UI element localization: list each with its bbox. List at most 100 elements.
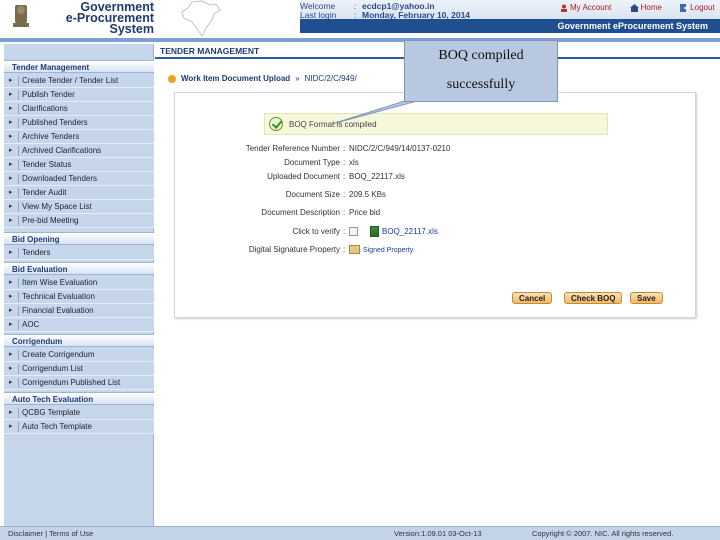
sidebar-item-pre-bid-meeting[interactable]: ▸ Pre-bid Meeting [4,214,154,228]
sidebar-item-downloaded-tenders[interactable]: ▸ Downloaded Tenders [4,172,154,186]
detail-label: Document Size [285,190,340,199]
detail-label: Uploaded Document [267,172,340,181]
sidebar-item-label: Clarifications [22,104,68,113]
page-title: TENDER MANAGEMENT [160,46,260,56]
signed-property-link[interactable]: Signed Property [363,247,413,254]
sidebar-section-bid-evaluation: Bid Evaluation [4,262,154,275]
verify-checkbox[interactable] [349,227,358,237]
disclaimer-link[interactable]: Disclaimer [8,529,43,538]
arrow-right-icon: ▸ [9,379,13,386]
arrow-right-icon: ▸ [9,217,13,224]
detail-value: 209.5 KBs [349,190,386,199]
version-text: Version:1.09.01 03-Oct-13 [394,529,482,538]
cancel-button[interactable]: Cancel [512,292,553,304]
sidebar-section-tender-management: Tender Management [4,60,154,73]
detail-label: Document Description [261,208,340,217]
callout-line-2: successfully [446,77,516,92]
detail-value: BOQ_22117.xls [349,172,405,181]
sidebar-item-archive-tenders[interactable]: ▸ Archive Tenders [4,130,154,144]
sidebar-item-label: Financial Evaluation [22,306,94,315]
sidebar-item-create-tender[interactable]: ▸ Create Tender / Tender List [4,74,154,88]
arrow-right-icon: ▸ [9,249,13,256]
excel-file-icon [370,226,379,238]
arrow-right-icon: ▸ [9,203,13,210]
detail-row-click-to-verify: Click to verify: BOQ_22117.xls [292,226,438,238]
sidebar-item-label: Pre-bid Meeting [22,216,79,225]
india-map-icon [181,0,221,37]
detail-label: Tender Reference Number [245,144,340,153]
orange-bullet-icon [168,74,176,83]
sidebar-item-tender-status[interactable]: ▸ Tender Status [4,158,154,172]
detail-row-tender-ref: Tender Reference Number: NIDC/2/C/949/14/… [245,144,451,153]
my-account-link[interactable]: My Account [560,3,619,12]
arrow-right-icon: ▸ [9,119,13,126]
sidebar-section-bid-opening: Bid Opening [4,232,154,245]
header-divider [0,38,720,42]
logout-label: Logout [690,3,715,12]
sidebar-item-view-my-space-list[interactable]: ▸ View My Space List [4,200,154,214]
logout-link[interactable]: Logout [680,3,720,12]
sidebar: Tender Management ▸ Create Tender / Tende… [4,44,154,526]
site-logo[interactable]: Government e-Procurement System [44,1,154,36]
sidebar-item-label: Tenders [22,248,51,257]
sidebar-item-label: Create Corrigendum [22,350,95,359]
arrow-right-icon: ▸ [9,77,13,84]
sidebar-item-label: Archive Tenders [22,132,80,141]
arrow-right-icon: ▸ [9,91,13,98]
sidebar-item-label: Publish Tender [22,90,75,99]
national-emblem-icon [13,5,29,27]
arrow-right-icon: ▸ [9,105,13,112]
arrow-right-icon: ▸ [9,321,13,328]
sidebar-item-item-wise-evaluation[interactable]: ▸ Item Wise Evaluation [4,276,154,290]
sidebar-item-label: Archived Clarifications [22,146,102,155]
sidebar-item-create-corrigendum[interactable]: ▸ Create Corrigendum [4,348,154,362]
detail-value: NIDC/2/C/949/14/0137-0210 [349,144,451,153]
sidebar-item-label: Corrigendum Published List [22,378,121,387]
detail-value: Price bid [349,208,381,217]
sidebar-item-label: Downloaded Tenders [22,174,98,183]
annotation-callout: BOQ compiled successfully [404,40,558,102]
arrow-right-icon: ▸ [9,161,13,168]
detail-row-document-type: Document Type: xls [284,158,359,167]
sidebar-item-qcbg-template[interactable]: ▸ QCBG Template [4,406,154,420]
detail-value: xls [349,158,359,167]
terms-of-use-link[interactable]: Terms of Use [49,529,93,538]
arrow-right-icon: ▸ [9,293,13,300]
detail-label: Digital Signature Property [248,245,340,254]
signature-certificate-icon [349,245,360,255]
home-icon [629,3,639,12]
detail-row-digital-signature: Digital Signature Property: Signed Proper… [248,245,414,255]
home-link[interactable]: Home [629,3,670,12]
check-boq-button[interactable]: Check BOQ [564,292,623,304]
my-account-label: My Account [570,3,612,12]
header: Government e-Procurement System Welcome:… [0,0,720,38]
sidebar-item-label: QCBG Template [22,408,81,417]
sidebar-item-label: Tender Audit [22,188,67,197]
detail-row-document-description: Document Description: Price bid [261,208,381,217]
verify-file-link[interactable]: BOQ_22117.xls [382,227,438,236]
sidebar-section-corrigendum: Corrigendum [4,334,154,347]
logo-line-3: System [109,22,154,36]
sidebar-item-corrigendum-published-list[interactable]: ▸ Corrigendum Published List [4,376,154,390]
check-icon [269,117,283,131]
sidebar-item-published-tenders[interactable]: ▸ Published Tenders [4,116,154,130]
sidebar-item-label: AOC [22,320,40,329]
success-message: BOQ Format is compiled [264,113,608,135]
sidebar-item-corrigendum-list[interactable]: ▸ Corrigendum List [4,362,154,376]
sidebar-item-technical-evaluation[interactable]: ▸ Technical Evaluation [4,290,154,304]
sidebar-item-tender-audit[interactable]: ▸ Tender Audit [4,186,154,200]
arrow-right-icon: ▸ [9,133,13,140]
sidebar-item-aoc[interactable]: ▸ AOC [4,318,154,332]
sidebar-item-financial-evaluation[interactable]: ▸ Financial Evaluation [4,304,154,318]
sidebar-item-tenders[interactable]: ▸ Tenders [4,246,154,260]
sidebar-item-clarifications[interactable]: ▸ Clarifications [4,102,154,116]
sidebar-item-publish-tender[interactable]: ▸ Publish Tender [4,88,154,102]
sidebar-item-archived-clarifications[interactable]: ▸ Archived Clarifications [4,144,154,158]
callout-line-1: BOQ compiled [438,48,524,63]
arrow-right-icon: ▸ [9,147,13,154]
save-button[interactable]: Save [630,292,663,304]
breadcrumb: Work Item Document Upload » NIDC/2/C/949… [168,74,357,83]
arrow-right-icon: ▸ [9,307,13,314]
sidebar-item-auto-tech-template[interactable]: ▸ Auto Tech Template [4,420,154,434]
sidebar-item-label: Auto Tech Template [22,422,92,431]
